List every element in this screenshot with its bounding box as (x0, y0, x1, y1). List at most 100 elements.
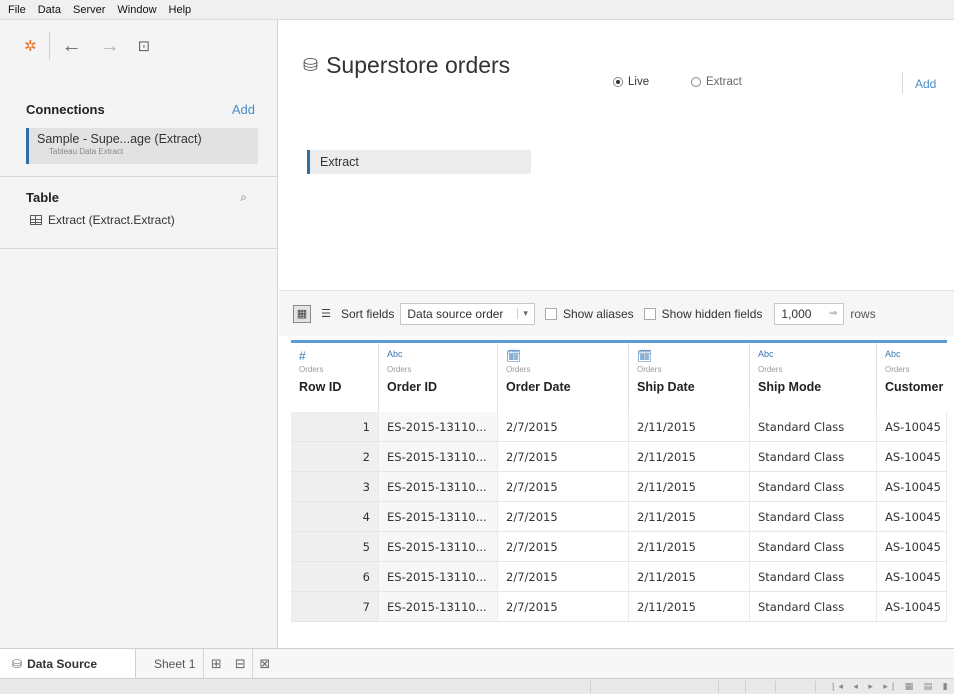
column-header-ship-date[interactable]: 🗓 Orders Ship Date (629, 343, 750, 412)
menu-data[interactable]: Data (38, 4, 61, 16)
table-cell[interactable]: 2/11/2015 (629, 472, 750, 501)
table-cell[interactable]: Standard Class (750, 532, 877, 561)
table-cell[interactable]: 2/11/2015 (629, 592, 750, 621)
list-view-icon[interactable]: ☰ (317, 305, 335, 323)
column-header-order-id[interactable]: Abc Orders Order ID (379, 343, 498, 412)
apply-arrow-icon[interactable]: ⇒ (829, 308, 837, 319)
table-cell[interactable]: ES-2015-13110... (379, 592, 498, 621)
new-worksheet-icon[interactable]: ⊞ (204, 649, 228, 678)
table-cell[interactable]: 2/7/2015 (498, 412, 629, 441)
menu-help[interactable]: Help (169, 4, 192, 16)
radio-extract-button[interactable] (691, 77, 701, 87)
table-cell[interactable]: 2/7/2015 (498, 472, 629, 501)
table-cell[interactable]: Standard Class (750, 442, 877, 471)
table-cell[interactable]: Standard Class (750, 472, 877, 501)
table-cell[interactable]: ES-2015-13110... (379, 502, 498, 531)
table-cell[interactable]: 2/7/2015 (498, 532, 629, 561)
data-source-title[interactable]: ⛁ Superstore orders (303, 52, 510, 79)
table-cell[interactable]: AS-10045 (877, 562, 947, 591)
table-cell[interactable]: 1 (291, 412, 379, 441)
table-cell[interactable]: 2/11/2015 (629, 532, 750, 561)
table-cell[interactable]: ES-2015-13110... (379, 562, 498, 591)
table-cell[interactable]: Standard Class (750, 562, 877, 591)
string-type-icon[interactable]: Abc (885, 349, 947, 363)
back-arrow-icon[interactable]: ← (62, 36, 82, 56)
grid-view-icon[interactable]: ▦ (293, 304, 311, 323)
sort-fields-label: Sort fields (341, 306, 395, 321)
connection-item[interactable]: Sample - Supe...age (Extract) Tableau Da… (26, 128, 258, 164)
date-type-icon[interactable]: 🗓 (637, 349, 749, 363)
menu-file[interactable]: File (8, 4, 26, 16)
rows-input[interactable]: 1,000 ⇒ (774, 302, 845, 325)
table-row[interactable]: 1 ES-2015-13110... 2/7/2015 2/11/2015 Standa… (291, 412, 947, 442)
table-cell[interactable]: 2/11/2015 (629, 562, 750, 591)
string-type-icon[interactable]: Abc (758, 349, 876, 363)
column-header-order-date[interactable]: 🗓 Orders Order Date (498, 343, 629, 412)
table-row[interactable]: 5 ES-2015-13110... 2/7/2015 2/11/2015 Standa… (291, 532, 947, 562)
table-cell[interactable]: 6 (291, 562, 379, 591)
column-header-row-id[interactable]: # Orders Row ID (291, 343, 379, 412)
table-row[interactable]: 7 ES-2015-13110... 2/7/2015 2/11/2015 Standa… (291, 592, 947, 622)
new-story-icon[interactable]: ⊠ (252, 649, 276, 678)
add-connection-link[interactable]: Add (232, 102, 255, 117)
radio-live[interactable]: Live (613, 76, 649, 88)
table-cell[interactable]: ES-2015-13110... (379, 472, 498, 501)
tab-data-source-label: Data Source (27, 656, 98, 671)
menu-server[interactable]: Server (73, 4, 105, 16)
tab-data-source[interactable]: ⛁ Data Source (0, 649, 136, 678)
number-type-icon[interactable]: # (299, 349, 378, 363)
show-hidden-checkbox[interactable] (643, 307, 656, 320)
column-header-ship-mode[interactable]: Abc Orders Ship Mode (750, 343, 877, 412)
extract-table-box[interactable]: Extract (307, 150, 531, 174)
table-cell[interactable]: 2 (291, 442, 379, 471)
table-cell[interactable]: Standard Class (750, 592, 877, 621)
table-cell[interactable]: Standard Class (750, 412, 877, 441)
table-cell[interactable]: 5 (291, 532, 379, 561)
show-aliases-label: Show aliases (562, 306, 634, 321)
table-cell[interactable]: AS-10045 (877, 442, 947, 471)
table-cell[interactable]: AS-10045 (877, 472, 947, 501)
table-cell[interactable]: AS-10045 (877, 502, 947, 531)
tab-sheet-1[interactable]: Sheet 1 (146, 649, 205, 678)
menu-window[interactable]: Window (117, 4, 156, 16)
new-dashboard-icon[interactable]: ⊟ (228, 649, 252, 678)
table-row[interactable]: 2 ES-2015-13110... 2/7/2015 2/11/2015 Standa… (291, 442, 947, 472)
column-header-customer-id[interactable]: Abc Orders Customer I (877, 343, 947, 412)
show-aliases-checkbox[interactable] (544, 307, 557, 320)
table-cell[interactable]: 4 (291, 502, 379, 531)
tableau-logo-icon[interactable]: ✲ (24, 39, 37, 54)
table-cell[interactable]: 2/7/2015 (498, 502, 629, 531)
date-type-icon[interactable]: 🗓 (506, 349, 628, 363)
table-row[interactable]: 3 ES-2015-13110... 2/7/2015 2/11/2015 Standa… (291, 472, 947, 502)
table-row[interactable]: 4 ES-2015-13110... 2/7/2015 2/11/2015 Standa… (291, 502, 947, 532)
data-source-name[interactable]: Superstore orders (326, 52, 510, 79)
search-icon[interactable]: ⌕ (240, 190, 247, 205)
table-cell[interactable]: 2/7/2015 (498, 592, 629, 621)
toolbar-divider (48, 32, 50, 60)
radio-live-button[interactable] (613, 77, 623, 87)
table-cell[interactable]: Standard Class (750, 502, 877, 531)
add-filter-link[interactable]: Add (915, 77, 936, 91)
table-cell[interactable]: 3 (291, 472, 379, 501)
sort-fields-select[interactable]: Data source order ▾ (400, 302, 535, 325)
table-cell[interactable]: ES-2015-13110... (379, 532, 498, 561)
forward-arrow-icon[interactable]: → (100, 36, 120, 56)
table-cell[interactable]: AS-10045 (877, 592, 947, 621)
table-cell[interactable]: 2/7/2015 (498, 442, 629, 471)
table-cell[interactable]: 2/11/2015 (629, 502, 750, 531)
table-cell[interactable]: ES-2015-13110... (379, 442, 498, 471)
table-cell[interactable]: AS-10045 (877, 532, 947, 561)
sheet-navigation-icons[interactable]: |◂ ◂ ▸ ▸| ▦ ▤ ▮ (832, 681, 952, 692)
radio-extract[interactable]: Extract (691, 76, 742, 88)
table-cell[interactable]: ES-2015-13110... (379, 412, 498, 441)
save-icon[interactable]: ⊡ (138, 39, 151, 54)
table-row[interactable]: 6 ES-2015-13110... 2/7/2015 2/11/2015 Standa… (291, 562, 947, 592)
table-cell[interactable]: AS-10045 (877, 412, 947, 441)
table-cell[interactable]: 2/11/2015 (629, 412, 750, 441)
table-item[interactable]: Extract (Extract.Extract) (30, 213, 175, 227)
table-cell[interactable]: 2/11/2015 (629, 442, 750, 471)
string-type-icon[interactable]: Abc (387, 349, 497, 363)
column-source: Orders (758, 365, 783, 374)
table-cell[interactable]: 7 (291, 592, 379, 621)
table-cell[interactable]: 2/7/2015 (498, 562, 629, 591)
